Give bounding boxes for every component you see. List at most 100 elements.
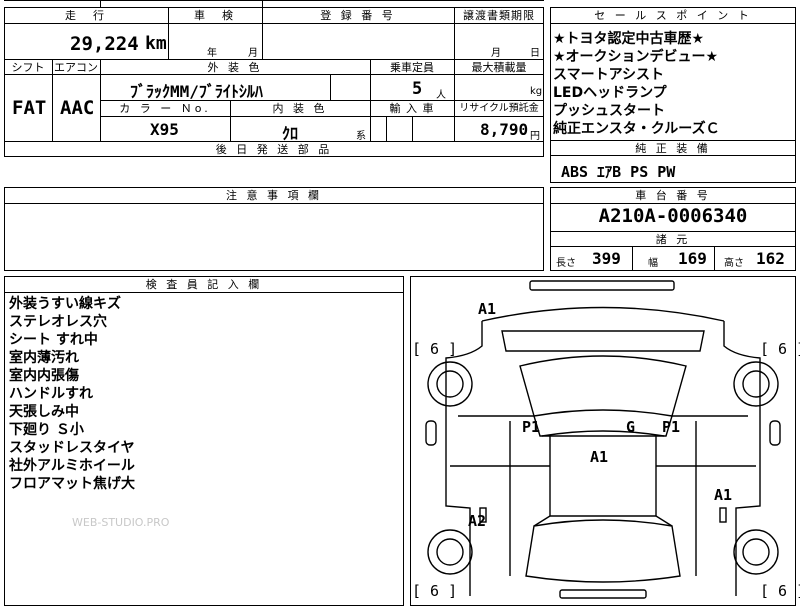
import-header: 輸 入 車: [389, 102, 435, 115]
recycle-value: 8,790: [480, 120, 529, 139]
grid-rule: [4, 74, 544, 75]
interior-suffix: 系: [356, 131, 366, 142]
front-left-wheel: [436, 370, 464, 398]
dims-header: 諸 元: [655, 233, 691, 246]
interior-color-value: ｸﾛ: [282, 124, 299, 143]
damage-mark-right-side: A1: [714, 486, 733, 504]
capacity-header: 乗車定員: [390, 61, 434, 74]
door-post-lines: [509, 421, 697, 576]
sales-point: プッシュスタート: [553, 103, 665, 119]
front-grille: [501, 330, 705, 352]
dims-divider: [632, 246, 633, 271]
registration-header: 登 録 番 号: [320, 9, 396, 22]
rear-right-wheel: [742, 538, 770, 566]
max-load-unit: kg: [530, 86, 543, 97]
inspector-note: 下廻り Ｓ小: [9, 422, 84, 438]
inspector-note: ハンドルすれ: [9, 386, 93, 402]
watermark: WEB-STUDIO.PRO: [72, 516, 170, 529]
inspection-month-label: 月: [248, 48, 258, 59]
chassis-header: 車 台 番 号: [635, 189, 711, 202]
cowl: [533, 415, 673, 437]
transfer-month-label: 月: [491, 48, 501, 59]
grid-col: [330, 74, 331, 100]
inspector-note-list: 外装うすい線キズ ステレオレス穴 シート すれ中 室内薄汚れ 室内内張傷 ハンド…: [9, 295, 135, 493]
capacity-value: 5: [412, 79, 423, 99]
tire-label-front-left: [ 6 ]: [412, 340, 458, 358]
tire-label-rear-left: [ 6 ]: [412, 582, 458, 600]
inspector-note: フロアマット焦げ大: [9, 476, 135, 492]
equipment-value: ABS ｴｱB PS PW: [561, 163, 676, 181]
notes-rule: [4, 203, 544, 204]
capacity-unit: 人: [436, 90, 446, 101]
sales-points-header: セ ー ル ス ポ イ ン ト: [594, 9, 752, 22]
interior-color-header: 内 装 色: [272, 102, 328, 115]
shift-value: FAT: [12, 97, 47, 119]
sales-point: ★オークションデビュー★: [553, 49, 719, 65]
sales-point: スマートアシスト: [553, 67, 665, 83]
inspector-rule: [4, 292, 404, 293]
aircon-value: AAC: [60, 97, 95, 119]
length-value: 399: [592, 249, 621, 268]
damage-mark-left-side: A2: [468, 512, 487, 530]
front-right-tire: [733, 361, 779, 407]
inspector-note: 天張しみ中: [9, 404, 79, 420]
tire-label-rear-right: [ 6 ]: [760, 582, 800, 600]
vehicle-info-grid: [4, 7, 544, 157]
grid-rule: [100, 116, 544, 117]
rear-bumper: [559, 589, 647, 599]
width-value: 169: [678, 249, 707, 268]
top-divider: [262, 0, 263, 7]
roof-front-edge: [541, 430, 665, 437]
front-bumper: [529, 280, 675, 291]
grid-col: [386, 116, 387, 141]
equipment-header: 純 正 装 備: [635, 142, 711, 155]
recycle-header: リサイクル預託金: [459, 103, 539, 114]
rear-pillars: [533, 515, 673, 527]
right-mirror: [769, 420, 781, 446]
inspection-year-label: 年: [207, 48, 217, 59]
mileage-value: 29,224: [70, 33, 139, 55]
sales-point: ★トヨタ認定中古車歴★: [553, 31, 705, 47]
later-parts-header: 後 日 発 送 部 品: [215, 143, 333, 156]
inspector-note: シート すれ中: [9, 332, 98, 348]
rear-right-tire: [733, 529, 779, 575]
damage-mark-front: A1: [478, 300, 497, 318]
tire-label-front-right: [ 6 ]: [760, 340, 800, 358]
grid-rule: [4, 141, 544, 142]
top-divider: [100, 0, 101, 7]
damage-mark-left-pillar: P1: [522, 418, 541, 436]
transfer-day-label: 日: [530, 48, 540, 59]
front-left-tire: [427, 361, 473, 407]
chassis-rule: [550, 203, 796, 204]
sales-rule: [550, 23, 796, 24]
dims-divider: [714, 246, 715, 271]
chassis-rule: [550, 231, 796, 232]
mileage-unit: km: [145, 33, 167, 54]
body-side-lines: [445, 406, 761, 596]
hood-front-edge: [481, 306, 725, 322]
grid-rule: [4, 59, 544, 60]
shift-header: シフト: [11, 61, 45, 74]
grid-rule: [4, 23, 544, 24]
height-value: 162: [756, 249, 785, 268]
car-outline-diagram: [425, 280, 781, 599]
height-label: 高さ: [724, 258, 744, 269]
sales-rule: [550, 140, 796, 141]
notes-header: 注 意 事 項 欄: [226, 189, 322, 202]
damage-mark-right-pillar: P1: [662, 418, 681, 436]
inspector-header: 検 査 員 記 入 欄: [145, 278, 263, 291]
max-load-header: 最大積載量: [471, 61, 527, 74]
length-label: 長さ: [556, 258, 576, 269]
front-right-wheel: [742, 370, 770, 398]
transfer-deadline-header: 譲渡書類期限: [463, 9, 535, 22]
rear-left-tire: [427, 529, 473, 575]
rear-window: [525, 519, 681, 583]
mileage-header: 走 行: [65, 9, 107, 22]
inspector-note: 外装うすい線キズ: [9, 296, 121, 312]
sales-point: 純正エンスタ・クルーズＣ: [553, 121, 720, 137]
windshield: [519, 355, 687, 417]
chassis-value: A210A-0006340: [598, 205, 748, 227]
damage-mark-roof: A1: [590, 448, 609, 466]
right-door-handle: [719, 507, 727, 523]
left-mirror: [425, 420, 437, 446]
